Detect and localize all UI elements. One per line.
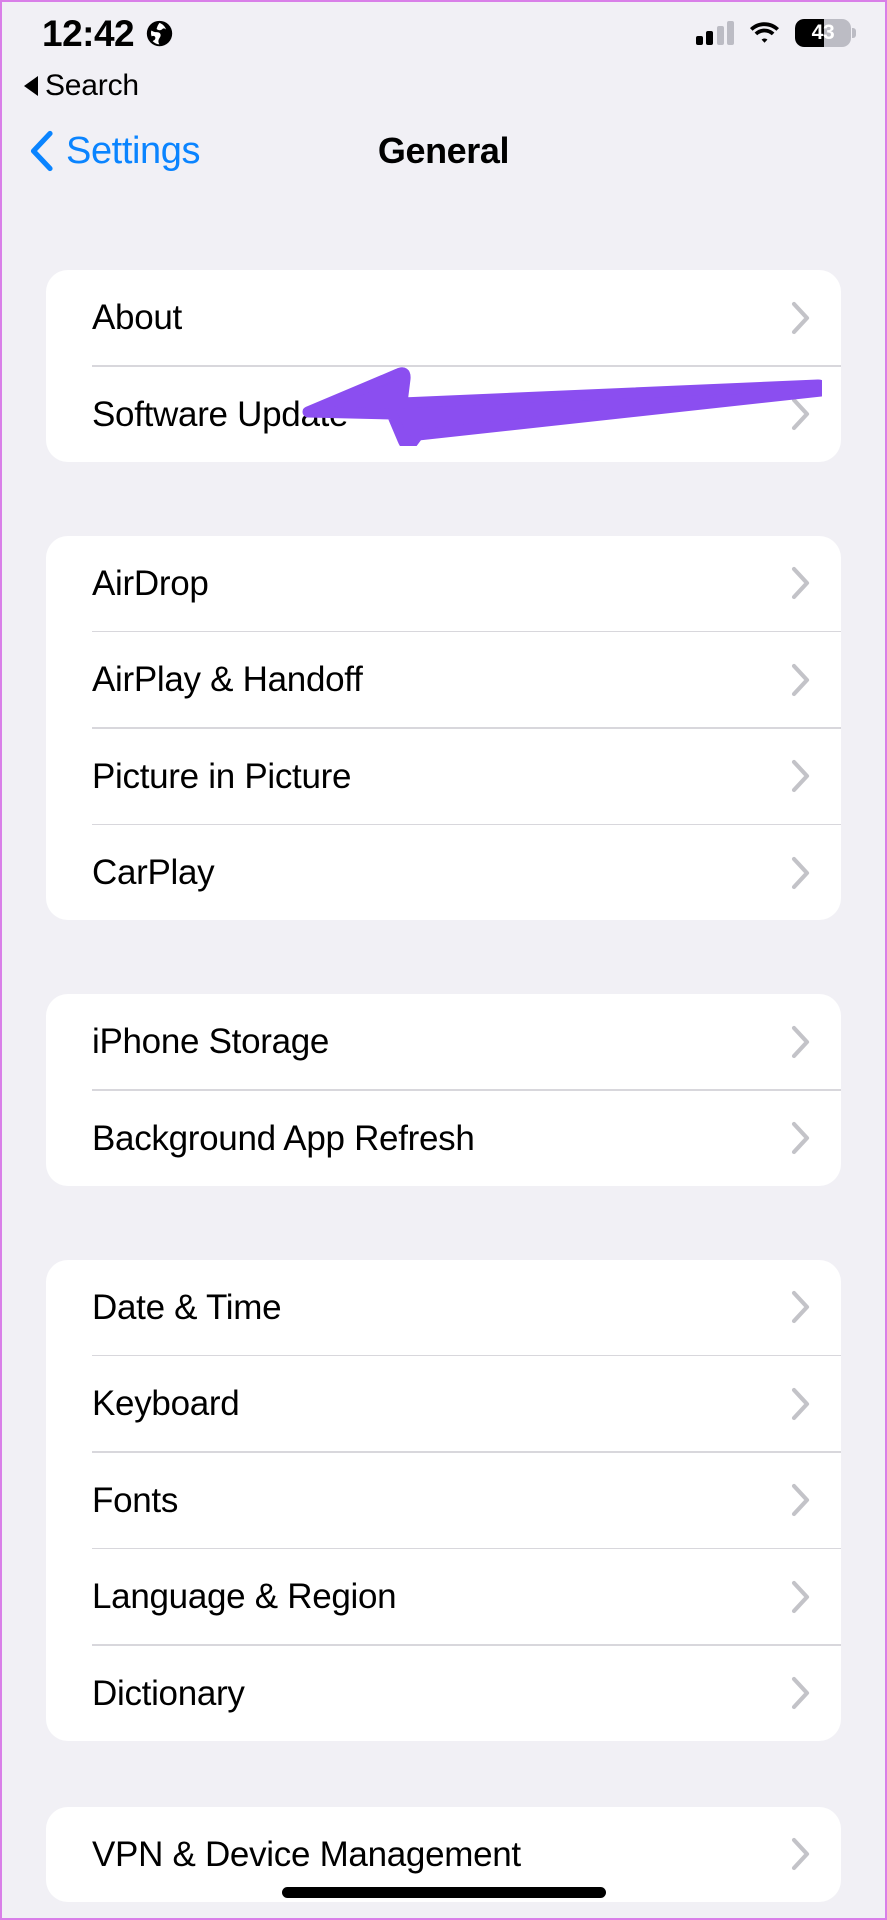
settings-group-storage: iPhone Storage Background App Refresh [46, 994, 841, 1186]
chevron-right-icon [791, 566, 810, 600]
row-label: Fonts [92, 1480, 179, 1520]
chevron-right-icon [791, 301, 810, 334]
settings-row-language-region[interactable]: Language & Region [46, 1549, 841, 1644]
chevron-right-icon [791, 397, 810, 431]
settings-group-localization: Date & Time Keyboard Fonts Language & Re… [46, 1259, 841, 1741]
back-triangle-icon [24, 76, 38, 96]
iphone-screen: 12:42 43 Search Settings General About S… [0, 0, 887, 1920]
cellular-signal-icon [695, 21, 734, 45]
chevron-right-icon [791, 856, 810, 889]
chevron-right-icon [791, 1121, 810, 1155]
settings-row-picture-in-picture[interactable]: Picture in Picture [46, 729, 841, 824]
settings-row-dictionary[interactable]: Dictionary [46, 1646, 841, 1741]
row-label: Picture in Picture [92, 756, 352, 796]
back-button-settings[interactable]: Settings [2, 129, 201, 173]
settings-row-background-app-refresh[interactable]: Background App Refresh [46, 1091, 841, 1186]
status-bar: 12:42 43 [2, 2, 885, 64]
row-label: AirPlay & Handoff [92, 660, 363, 699]
row-label: About [92, 298, 182, 337]
row-label: Date & Time [92, 1287, 282, 1327]
chevron-right-icon [791, 759, 810, 793]
home-indicator [281, 1887, 606, 1898]
row-label: Keyboard [92, 1384, 240, 1423]
chevron-right-icon [791, 663, 810, 696]
settings-group-device: About Software Update [46, 270, 841, 462]
row-label: Language & Region [92, 1577, 397, 1616]
row-label: Background App Refresh [92, 1118, 475, 1158]
row-label: AirDrop [92, 563, 209, 603]
chevron-right-icon [791, 1025, 810, 1058]
navigation-bar: Settings General [2, 108, 885, 194]
chevron-right-icon [791, 1387, 810, 1420]
settings-row-software-update[interactable]: Software Update [46, 367, 841, 462]
settings-row-date-time[interactable]: Date & Time [46, 1260, 841, 1355]
content-top-spacer [2, 194, 885, 270]
settings-row-iphone-storage[interactable]: iPhone Storage [46, 994, 841, 1089]
settings-row-carplay[interactable]: CarPlay [46, 825, 841, 920]
chevron-right-icon [791, 1483, 810, 1517]
status-bar-left: 12:42 [42, 15, 174, 52]
back-to-app-indicator[interactable]: Search [2, 64, 885, 108]
chevron-left-icon [30, 130, 53, 172]
back-to-app-label: Search [45, 69, 139, 102]
chevron-right-icon [791, 1290, 810, 1324]
settings-row-airdrop[interactable]: AirDrop [46, 536, 841, 631]
back-button-label: Settings [66, 129, 201, 172]
globe-icon [146, 20, 173, 46]
row-label: Software Update [92, 394, 349, 434]
chevron-right-icon [791, 1676, 810, 1710]
chevron-right-icon [791, 1837, 810, 1871]
settings-group-connectivity: AirDrop AirPlay & Handoff Picture in Pic… [46, 535, 841, 920]
row-label: iPhone Storage [92, 1022, 330, 1061]
settings-list: About Software Update AirDrop AirPlay & … [2, 270, 885, 1902]
status-bar-right: 43 [695, 19, 856, 47]
settings-row-keyboard[interactable]: Keyboard [46, 1356, 841, 1451]
status-bar-clock: 12:42 [42, 12, 135, 54]
settings-row-fonts[interactable]: Fonts [46, 1453, 841, 1548]
row-label: VPN & Device Management [92, 1834, 521, 1874]
wifi-icon [750, 22, 779, 43]
battery-icon: 43 [795, 19, 856, 47]
row-label: Dictionary [92, 1673, 245, 1713]
battery-level-label: 43 [811, 21, 835, 44]
settings-row-airplay-handoff[interactable]: AirPlay & Handoff [46, 632, 841, 727]
chevron-right-icon [791, 1580, 810, 1613]
row-label: CarPlay [92, 853, 215, 892]
settings-row-about[interactable]: About [46, 270, 841, 365]
